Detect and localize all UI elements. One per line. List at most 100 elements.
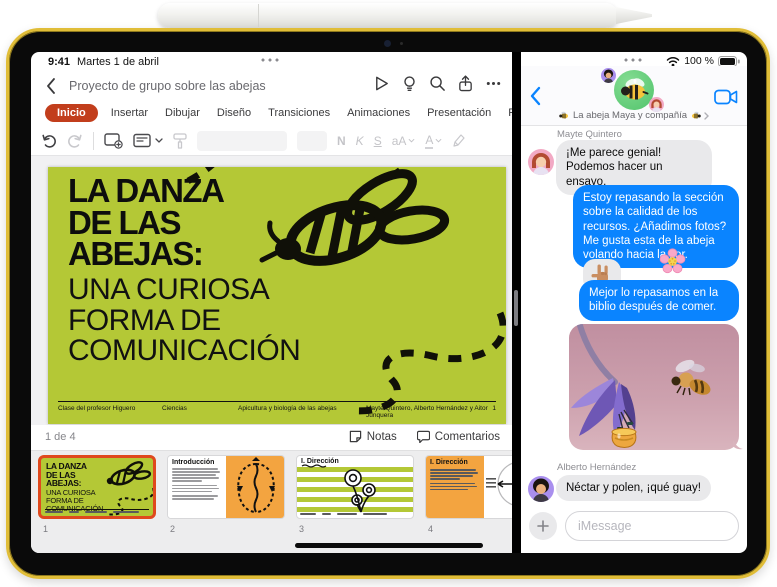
- document-title: Proyecto de grupo sobre las abejas: [69, 79, 266, 93]
- comments-button[interactable]: Comentarios: [417, 430, 500, 443]
- present-play-icon[interactable]: [373, 75, 390, 92]
- sender-name: Mayte Quintero: [557, 129, 622, 140]
- chevron-right-icon: [704, 112, 709, 120]
- mini-bee-drawing: [103, 460, 153, 488]
- back-icon[interactable]: [46, 78, 56, 94]
- add-attachment-button[interactable]: [529, 512, 557, 540]
- direction-circle-diagram: [484, 456, 512, 519]
- message-input[interactable]: [566, 519, 745, 533]
- tab-insertar[interactable]: Insertar: [107, 104, 152, 122]
- avatar-alberto-small: [601, 68, 616, 83]
- chevron-down-icon: [435, 138, 442, 143]
- font-color-button[interactable]: A: [425, 133, 442, 149]
- italic-button[interactable]: K: [356, 134, 364, 148]
- tab-presentacion[interactable]: Presentación: [423, 104, 495, 122]
- bee-emoji-icon: [559, 111, 570, 120]
- format-painter-icon[interactable]: [173, 133, 187, 149]
- slide-editor[interactable]: LA DANZA DE LAS ABEJAS: UNA CURIOSA FORM…: [48, 167, 506, 424]
- ribbon-toolbar: N K S aA A: [31, 126, 512, 156]
- slide-thumbnail-1[interactable]: LA DANZA DE LAS ABEJAS: UNA CURIOSA FORM…: [38, 455, 156, 519]
- honey-pot-emoji: [612, 428, 636, 447]
- slide-thumbnail-2[interactable]: Introducción: [167, 455, 285, 519]
- avatar-mayte[interactable]: [528, 149, 554, 175]
- thumbnail-heading: I. Dirección: [430, 459, 480, 466]
- slide-layout-icon: [133, 133, 152, 148]
- font-size-field[interactable]: [297, 131, 327, 151]
- redo-icon[interactable]: [67, 133, 83, 149]
- thumbnail-number: 1: [43, 524, 48, 534]
- avatar-alberto[interactable]: [528, 476, 554, 502]
- footer-class: Clase del profesor Higuero: [58, 405, 162, 419]
- thumbnail-number: 4: [428, 524, 433, 534]
- new-slide-icon[interactable]: [104, 132, 123, 149]
- text-case-button[interactable]: aA: [392, 134, 416, 148]
- multitasking-indicator[interactable]: [261, 58, 281, 62]
- highlight-button[interactable]: [452, 133, 466, 148]
- more-icon[interactable]: [485, 75, 502, 92]
- group-avatar-bee[interactable]: [614, 70, 654, 110]
- tab-dibujar[interactable]: Dibujar: [161, 104, 204, 122]
- squiggle-underline: [301, 464, 327, 468]
- multitasking-indicator[interactable]: [624, 58, 644, 62]
- tab-inicio[interactable]: Inicio: [45, 104, 98, 122]
- tab-transiciones[interactable]: Transiciones: [264, 104, 334, 122]
- thumbnail-number: 2: [170, 524, 175, 534]
- back-icon[interactable]: [529, 86, 541, 106]
- photo-bubble-tail: [733, 440, 743, 450]
- waggle-dance-diagram: [226, 456, 285, 519]
- apple-pencil-tip: [616, 7, 652, 24]
- slide-thumbnail-strip: LA DANZA DE LAS ABEJAS: UNA CURIOSA FORM…: [31, 450, 512, 553]
- notes-button[interactable]: Notas: [349, 430, 397, 443]
- ipad-screen: 9:41 Martes 1 de abril Proyecto de grupo…: [31, 52, 747, 553]
- page-indicator: 1 de 4: [45, 431, 76, 443]
- thumbnail-number: 3: [299, 524, 304, 534]
- slide-layout-button[interactable]: [133, 133, 163, 148]
- comments-icon: [417, 430, 430, 443]
- bee-trail-drawing: [48, 167, 506, 424]
- message-sent: Estoy repasando la sección sobre la cali…: [573, 185, 739, 268]
- share-icon[interactable]: [457, 75, 474, 92]
- group-title[interactable]: La abeja Maya y compañía: [521, 110, 747, 121]
- lightbulb-icon[interactable]: [401, 75, 418, 92]
- home-indicator[interactable]: [295, 543, 483, 548]
- toolbar-divider: [93, 132, 94, 150]
- search-icon[interactable]: [429, 75, 446, 92]
- message-composer: [565, 511, 739, 541]
- chevron-down-icon: [155, 138, 163, 143]
- footer-subject: Ciencias: [162, 405, 238, 419]
- ambient-sensor: [400, 42, 403, 45]
- footer-authors: Mayte Quintero, Alberto Hernández y Aito…: [366, 405, 492, 419]
- slide-canvas: LA DANZA DE LAS ABEJAS: UNA CURIOSA FORM…: [31, 156, 512, 425]
- font-name-field[interactable]: [197, 131, 287, 151]
- wifi-icon: [666, 56, 680, 67]
- tab-diseno[interactable]: Diseño: [213, 104, 255, 122]
- video-call-icon[interactable]: [714, 89, 738, 105]
- front-camera: [384, 40, 391, 47]
- apple-pencil: [158, 3, 618, 28]
- pencil-cap-seam: [258, 4, 259, 27]
- notes-icon: [349, 430, 362, 443]
- sender-name: Alberto Hernández: [557, 462, 636, 473]
- photo-message-bee-flower[interactable]: [569, 324, 739, 450]
- chevron-down-icon: [408, 138, 415, 143]
- underline-button[interactable]: S: [374, 134, 382, 148]
- footer-topic: Apicultura y biología de las abejas: [238, 405, 366, 419]
- flowers-drawing: [331, 468, 387, 514]
- plus-icon: [537, 520, 549, 532]
- split-view-handle[interactable]: [514, 290, 518, 326]
- ribbon-tabs: Inicio Insertar Dibujar Diseño Transicio…: [31, 100, 512, 126]
- battery-icon: [718, 56, 740, 67]
- tab-revisar[interactable]: Revisar: [504, 104, 512, 122]
- tab-animaciones[interactable]: Animaciones: [343, 104, 414, 122]
- slide-thumbnail-3[interactable]: I. Dirección: [296, 455, 414, 519]
- undo-icon[interactable]: [41, 133, 57, 149]
- bee-emoji-icon: [690, 111, 701, 120]
- date: Martes 1 de abril: [77, 56, 159, 68]
- bold-button[interactable]: N: [337, 134, 346, 148]
- slide-thumbnail-4[interactable]: I. Dirección: [425, 455, 512, 519]
- conversation-header: La abeja Maya y compañía: [521, 66, 747, 126]
- thumbnail-heading: Introducción: [172, 459, 222, 466]
- clock: 9:41: [48, 56, 70, 68]
- message-sent: Mejor lo repasamos en la biblio después …: [579, 280, 739, 321]
- cherry-blossom-emoji: [659, 248, 686, 275]
